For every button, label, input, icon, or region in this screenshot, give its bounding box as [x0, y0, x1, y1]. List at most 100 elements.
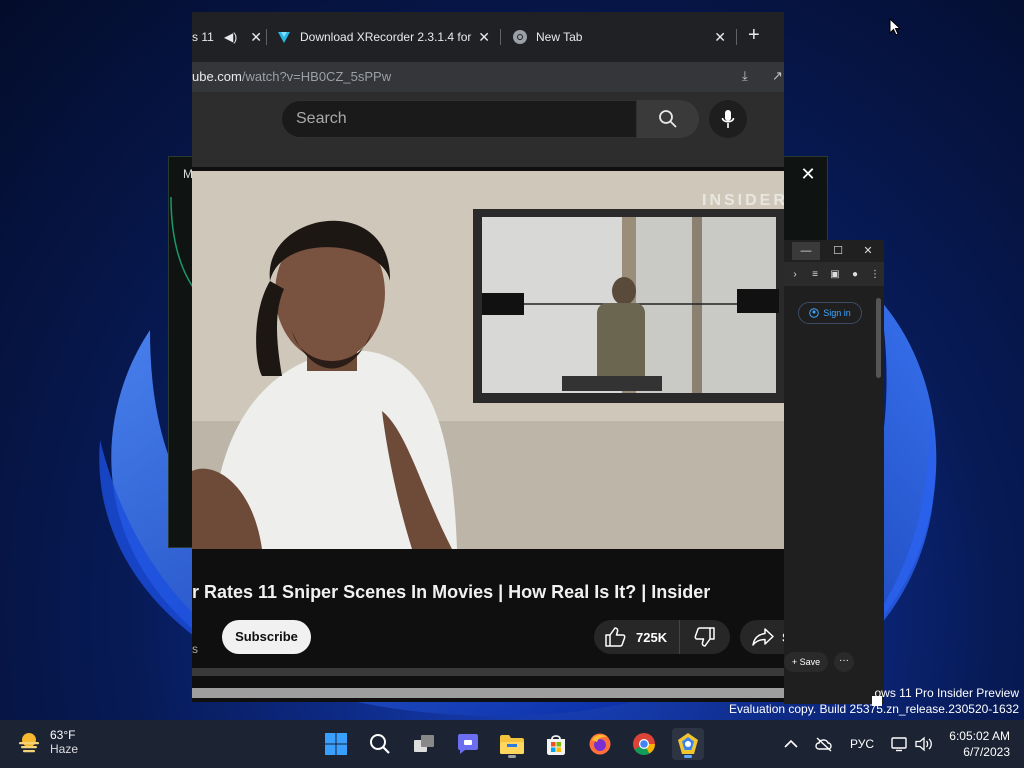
tab-strip: s 11 ◀) ✕ Download XRecorder 2.3.1.4 for…: [192, 12, 784, 62]
clock-date: 6/7/2023: [963, 745, 1010, 759]
thumbs-down-icon: [694, 627, 715, 647]
address-bar[interactable]: ube.com/watch?v=HB0CZ_5sPPw ⤓ ↗: [192, 62, 784, 92]
voice-search-button[interactable]: [709, 100, 747, 138]
chrome-icon: [513, 30, 527, 44]
dislike-button[interactable]: [680, 627, 730, 647]
side-window-titlebar: — ☐ ✕: [784, 240, 884, 262]
share-page-icon[interactable]: ↗: [772, 68, 783, 84]
show-hidden-icons-button[interactable]: [784, 720, 798, 768]
install-app-icon[interactable]: ⤓: [742, 68, 748, 84]
volume-button[interactable]: [914, 720, 934, 768]
file-explorer-button[interactable]: [496, 728, 528, 760]
windows-start-icon: [325, 733, 347, 755]
tab-close-icon[interactable]: ✕: [478, 29, 490, 46]
microsoft-store-button[interactable]: [540, 728, 572, 760]
side-browser-window[interactable]: — ☐ ✕ › ≡ ▣ ● ⋮ Sign in + Save ···: [783, 240, 884, 704]
speaker-icon[interactable]: ◀): [224, 30, 237, 44]
network-button[interactable]: [890, 720, 908, 768]
task-view-button[interactable]: [408, 728, 440, 760]
haze-sun-icon: [19, 733, 39, 753]
search-input[interactable]: Search: [281, 100, 637, 138]
tab-separator: [500, 29, 501, 45]
like-button[interactable]: 725K: [594, 620, 680, 654]
url-field[interactable]: ube.com/watch?v=HB0CZ_5sPPw: [192, 69, 391, 84]
side-minimize-button[interactable]: —: [792, 242, 820, 260]
tab-separator: [266, 29, 267, 45]
tab-xrecorder[interactable]: Download XRecorder 2.3.1.4 for ✕: [276, 24, 490, 50]
like-dislike-bar: 725K: [594, 620, 730, 654]
share-icon: [752, 628, 774, 646]
network-icon: [891, 737, 907, 752]
background-window-close-button[interactable]: ✕: [797, 163, 819, 185]
xrecorder-icon: [678, 733, 698, 754]
url-host: ube.com: [192, 69, 242, 84]
save-label: Save: [799, 657, 821, 667]
microphone-icon: [721, 110, 735, 128]
firefox-icon: [589, 733, 611, 755]
taskbar-search-button[interactable]: [364, 728, 396, 760]
tab-close-icon[interactable]: ✕: [714, 29, 726, 46]
content-divider: [192, 668, 784, 676]
tab-new-tab[interactable]: New Tab ✕: [512, 24, 726, 50]
teams-chat-icon: [458, 734, 478, 754]
video-title: r Rates 11 Sniper Scenes In Movies | How…: [192, 582, 711, 602]
video-frame-image: INSIDER: [192, 171, 784, 549]
profile-icon[interactable]: ●: [848, 269, 862, 280]
search-button[interactable]: [637, 100, 699, 138]
firefox-button[interactable]: [584, 728, 616, 760]
tab-label: Download XRecorder 2.3.1.4 for: [300, 30, 472, 44]
share-button[interactable]: S: [740, 620, 784, 654]
side-close-button[interactable]: ✕: [854, 242, 882, 260]
chrome-button[interactable]: [628, 728, 660, 760]
video-player[interactable]: INSIDER: [192, 171, 784, 549]
tab-close-icon[interactable]: ✕: [250, 29, 262, 46]
xrecorder-icon: [278, 32, 290, 43]
os-watermark-line1: ows 11 Pro Insider Preview: [874, 686, 1019, 700]
task-view-icon: [414, 735, 434, 752]
tab-label: New Tab: [536, 30, 583, 44]
microsoft-store-icon: [547, 735, 565, 755]
chevron-up-icon: [784, 739, 798, 748]
system-clock[interactable]: 6:05:02 AM 6/7/2023: [949, 728, 1010, 760]
account-circle-icon: [809, 308, 820, 318]
weather-temperature: 63°F: [50, 728, 76, 742]
insider-watermark: INSIDER: [702, 192, 784, 209]
cloud-status-button[interactable]: [814, 720, 834, 768]
subscribe-button[interactable]: Subscribe: [222, 620, 311, 654]
start-button[interactable]: [320, 728, 352, 760]
side-window-toolbar: › ≡ ▣ ● ⋮: [784, 262, 884, 286]
queue-icon[interactable]: ≡: [808, 269, 822, 280]
tab-youtube[interactable]: s 11 ◀) ✕: [192, 24, 262, 50]
sign-in-button[interactable]: Sign in: [798, 302, 862, 324]
search-icon: [659, 110, 677, 128]
xrecorder-app-button[interactable]: [672, 728, 704, 760]
main-browser-window[interactable]: s 11 ◀) ✕ Download XRecorder 2.3.1.4 for…: [192, 12, 784, 702]
tab-label: s 11: [192, 30, 214, 44]
chevron-right-icon[interactable]: ›: [788, 269, 802, 280]
url-path: /watch?v=HB0CZ_5sPPw: [241, 69, 392, 84]
language-indicator[interactable]: РУС: [850, 720, 874, 768]
cloud-offline-icon: [815, 737, 832, 752]
save-button[interactable]: + Save: [784, 652, 828, 672]
share-label: S: [782, 630, 784, 645]
taskbar: 63°F Haze РУС 6:05:02 AM 6/7/2023: [0, 720, 1024, 768]
more-actions-button[interactable]: ···: [834, 652, 854, 672]
sidebar-toggle-icon[interactable]: ▣: [828, 269, 842, 280]
running-indicator: [508, 755, 516, 758]
file-explorer-icon: [500, 735, 524, 754]
running-indicator: [684, 755, 692, 758]
speaker-icon: [915, 736, 932, 752]
weather-widget[interactable]: 63°F Haze: [16, 728, 78, 756]
chrome-icon: [633, 733, 655, 755]
white-square-marker: [872, 696, 882, 706]
side-scrollbar[interactable]: [876, 298, 881, 378]
horizontal-scrollbar[interactable]: [192, 688, 784, 698]
like-count: 725K: [636, 629, 668, 645]
kebab-menu-icon[interactable]: ⋮: [868, 269, 882, 280]
chat-button[interactable]: [452, 728, 484, 760]
channel-fragment: s: [192, 642, 198, 656]
mouse-cursor-icon: [889, 18, 901, 36]
plus-icon: +: [791, 657, 800, 667]
new-tab-button[interactable]: +: [748, 24, 760, 47]
side-maximize-button[interactable]: ☐: [824, 242, 852, 260]
